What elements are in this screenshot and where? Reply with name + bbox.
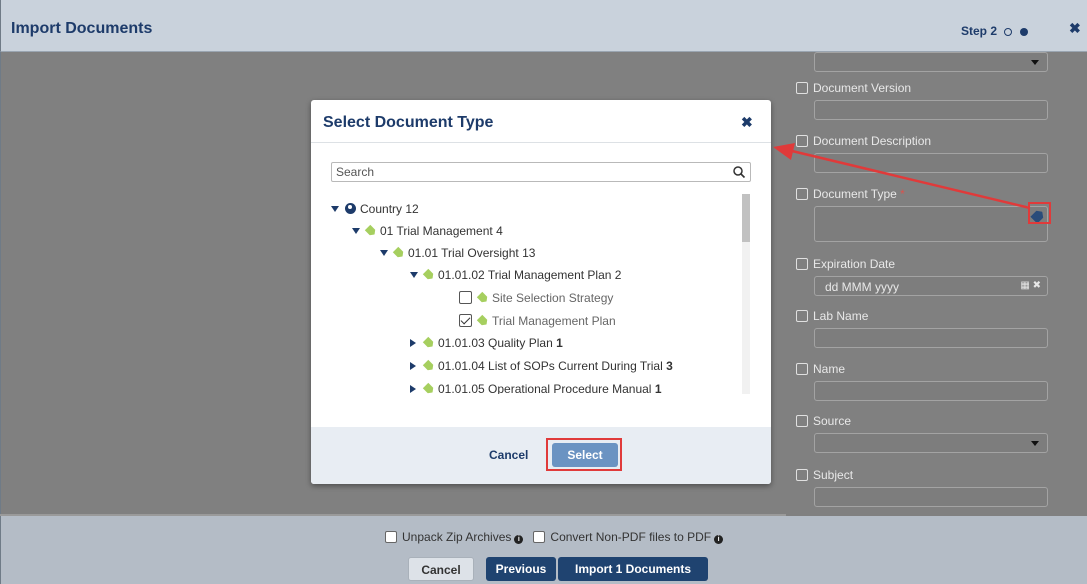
tree-node-operational-procedure-manual[interactable]: 01.01.05 Operational Procedure Manual 1 [410, 381, 662, 394]
expand-caret-icon[interactable] [352, 227, 360, 234]
tree-node-quality-plan[interactable]: 01.01.03 Quality Plan 1 [410, 335, 563, 355]
tree-node-trial-management-plan-group[interactable]: 01.01.02 Trial Management Plan 2 [410, 267, 621, 287]
collapse-caret-icon[interactable] [410, 384, 416, 393]
window-header: Import Documents Step 2 ✖ [0, 0, 1087, 52]
tag-button-highlight [1028, 202, 1051, 224]
tag-icon [423, 268, 436, 281]
dialog-close-icon[interactable]: ✖ [741, 114, 753, 131]
tree-node-trial-oversight[interactable]: 01.01 Trial Oversight 13 [380, 245, 535, 265]
tree-scrollbar[interactable] [742, 194, 750, 394]
metadata-form: Document Version Document Description Do… [786, 52, 1087, 516]
unpack-zip-label: Unpack Zip Archives [402, 530, 512, 544]
import-footer: Unpack Zip Archives i Convert Non-PDF fil… [0, 516, 1087, 584]
tag-icon [423, 359, 436, 372]
tag-icon [393, 246, 406, 259]
subject-label[interactable]: Subject [796, 468, 853, 482]
chevron-down-icon [1031, 60, 1039, 65]
select-document-type-dialog: Select Document Type ✖ Country 12 01 Tri… [311, 100, 771, 484]
select-button-highlight [546, 438, 622, 471]
search-input[interactable] [331, 162, 751, 182]
lab-name-label[interactable]: Lab Name [796, 309, 868, 323]
document-type-checkbox[interactable] [796, 188, 808, 200]
expiration-date-label[interactable]: Expiration Date [796, 257, 895, 271]
expiration-date-input[interactable]: dd MMM yyyy ▦ ✖ [814, 276, 1048, 296]
previous-button[interactable]: Previous [486, 557, 556, 581]
document-type-input[interactable] [814, 206, 1048, 242]
step-indicator: Step 2 [961, 24, 1028, 38]
document-description-label[interactable]: Document Description [796, 134, 931, 148]
document-version-label[interactable]: Document Version [796, 81, 911, 95]
convert-pdf-checkbox[interactable] [533, 531, 546, 543]
tree-node-list-of-sops[interactable]: 01.01.04 List of SOPs Current During Tri… [410, 358, 673, 378]
source-select[interactable] [814, 433, 1048, 453]
name-label[interactable]: Name [796, 362, 845, 376]
source-checkbox[interactable] [796, 415, 808, 427]
dialog-footer: Cancel Select [311, 427, 771, 484]
globe-icon [345, 203, 356, 215]
tree-leaf-trial-management-plan[interactable]: Trial Management Plan [459, 313, 616, 333]
lab-name-checkbox[interactable] [796, 310, 808, 322]
tag-icon [477, 314, 490, 327]
step-label: Step 2 [961, 24, 998, 38]
document-description-checkbox[interactable] [796, 135, 808, 147]
info-icon[interactable]: i [714, 535, 724, 544]
lab-name-input[interactable] [814, 328, 1048, 348]
top-select[interactable] [814, 52, 1048, 72]
name-input[interactable] [814, 381, 1048, 401]
unpack-zip-checkbox[interactable] [385, 531, 397, 543]
chevron-down-icon [1031, 441, 1039, 446]
info-icon[interactable]: i [514, 535, 524, 544]
trial-management-plan-checkbox[interactable] [459, 314, 472, 328]
tree-scrollbar-thumb[interactable] [742, 194, 750, 242]
name-checkbox[interactable] [796, 363, 808, 375]
convert-pdf-label: Convert Non-PDF files to PDF [550, 530, 712, 544]
tree-node-country[interactable]: Country 12 [331, 201, 419, 221]
document-type-tree: Country 12 01 Trial Management 4 01.01 T… [331, 192, 747, 394]
tag-icon [365, 224, 378, 237]
window-close-icon[interactable]: ✖ [1069, 20, 1081, 37]
footer-cancel-button[interactable]: Cancel [408, 557, 474, 581]
document-version-input[interactable] [814, 100, 1048, 120]
dialog-title: Select Document Type [323, 114, 494, 131]
search-icon[interactable] [732, 165, 746, 179]
tag-icon [423, 336, 436, 349]
tag-icon [477, 291, 490, 304]
source-label[interactable]: Source [796, 414, 851, 428]
collapse-caret-icon[interactable] [410, 361, 416, 370]
collapse-caret-icon[interactable] [410, 338, 416, 347]
step-dot-2 [1019, 27, 1028, 36]
document-description-input[interactable] [814, 153, 1048, 173]
expand-caret-icon[interactable] [410, 271, 418, 278]
document-version-checkbox[interactable] [796, 82, 808, 94]
subject-checkbox[interactable] [796, 469, 808, 481]
tree-leaf-site-selection-strategy[interactable]: Site Selection Strategy [459, 290, 613, 310]
tree-node-trial-management[interactable]: 01 Trial Management 4 [352, 223, 503, 243]
subject-input[interactable] [814, 487, 1048, 507]
dialog-cancel-button[interactable]: Cancel [489, 448, 528, 462]
site-selection-checkbox[interactable] [459, 291, 472, 305]
dialog-divider [311, 142, 771, 143]
step-dot-1 [1004, 27, 1013, 36]
document-type-label[interactable]: Document Type * [796, 187, 905, 201]
calendar-icon[interactable]: ▦ ✖ [1020, 280, 1041, 291]
footer-options: Unpack Zip Archives i Convert Non-PDF fil… [385, 530, 724, 544]
window-title: Import Documents [11, 20, 153, 37]
expand-caret-icon[interactable] [331, 205, 339, 212]
import-documents-button[interactable]: Import 1 Documents [558, 557, 708, 581]
expand-caret-icon[interactable] [380, 249, 388, 256]
tag-icon [423, 382, 436, 394]
expiration-date-checkbox[interactable] [796, 258, 808, 270]
